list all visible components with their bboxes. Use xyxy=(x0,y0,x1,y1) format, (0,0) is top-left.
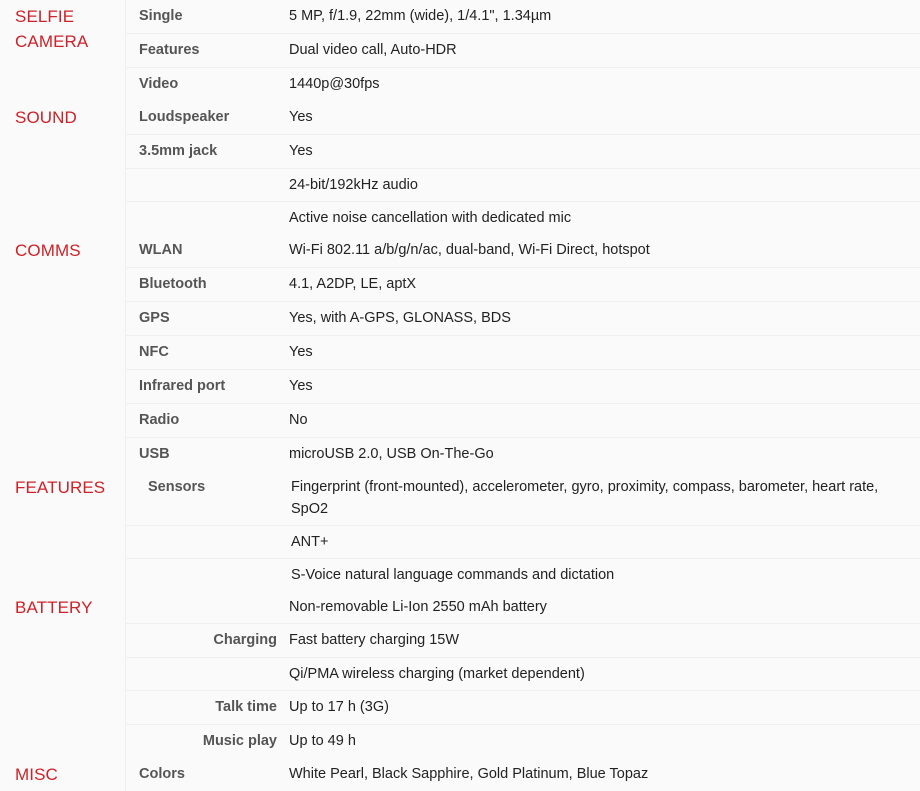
spec-value: Yes, with A-GPS, GLONASS, BDS xyxy=(289,301,920,336)
spec-label: Infrared port xyxy=(125,369,289,404)
spec-label: Loudspeaker xyxy=(125,101,289,135)
spec-label xyxy=(125,168,289,202)
table-row: USB microUSB 2.0, USB On-The-Go xyxy=(0,437,920,471)
section-title-comms: COMMS xyxy=(0,234,126,471)
spec-value: No xyxy=(289,403,920,438)
table-row: S-Voice natural language commands and di… xyxy=(0,558,920,591)
spec-label: Sensors xyxy=(125,471,289,526)
spec-value: ANT+ xyxy=(289,525,920,559)
table-row: Radio No xyxy=(0,403,920,438)
table-row: 3.5mm jack Yes xyxy=(0,134,920,169)
spec-value: Yes xyxy=(289,134,920,169)
spec-label: Radio xyxy=(125,403,289,438)
spec-label: NFC xyxy=(125,335,289,370)
spec-label: GPS xyxy=(125,301,289,336)
table-row: Features Dual video call, Auto-HDR xyxy=(0,33,920,68)
table-row: Active noise cancellation with dedicated… xyxy=(0,201,920,234)
spec-label: 3.5mm jack xyxy=(125,134,289,169)
spec-label: Bluetooth xyxy=(125,267,289,302)
spec-value: Dual video call, Auto-HDR xyxy=(289,33,920,68)
table-row: Talk time Up to 17 h (3G) xyxy=(0,690,920,725)
spec-label: Music play xyxy=(125,724,289,758)
table-row: Bluetooth 4.1, A2DP, LE, aptX xyxy=(0,267,920,302)
spec-label: WLAN xyxy=(125,234,289,268)
spec-value: Wi-Fi 802.11 a/b/g/n/ac, dual-band, Wi-F… xyxy=(289,234,920,268)
spec-label xyxy=(125,558,289,591)
spec-label xyxy=(125,525,289,559)
table-row: Music play Up to 49 h xyxy=(0,724,920,758)
spec-value: Fast battery charging 15W xyxy=(289,623,920,658)
spec-label: USB xyxy=(125,437,289,471)
spec-value: 4.1, A2DP, LE, aptX xyxy=(289,267,920,302)
spec-value: Up to 49 h xyxy=(289,724,920,758)
spec-label xyxy=(125,591,289,624)
spec-value: Qi/PMA wireless charging (market depende… xyxy=(289,657,920,691)
spec-value: S-Voice natural language commands and di… xyxy=(289,558,920,591)
spec-value: Yes xyxy=(289,335,920,370)
table-row: ANT+ xyxy=(0,525,920,559)
section-title-misc: MISC xyxy=(0,758,126,791)
spec-value: Up to 17 h (3G) xyxy=(289,690,920,725)
spec-label: Colors xyxy=(125,758,289,791)
spec-value: 24-bit/192kHz audio xyxy=(289,168,920,202)
spec-value: Non-removable Li-Ion 2550 mAh battery xyxy=(289,591,920,624)
specification-table: SELFIE CAMERA Single 5 MP, f/1.9, 22mm (… xyxy=(0,0,920,791)
spec-value: Yes xyxy=(289,101,920,135)
table-row: NFC Yes xyxy=(0,335,920,370)
spec-label: Features xyxy=(125,33,289,68)
spec-value: Yes xyxy=(289,369,920,404)
spec-label: Charging xyxy=(125,623,289,658)
section-title-features: FEATURES xyxy=(0,471,126,591)
table-row: Qi/PMA wireless charging (market depende… xyxy=(0,657,920,691)
table-row: SELFIE CAMERA Single 5 MP, f/1.9, 22mm (… xyxy=(0,0,920,101)
table-row: 24-bit/192kHz audio xyxy=(0,168,920,202)
table-row: SOUND Loudspeaker Yes xyxy=(0,101,920,234)
table-row: GPS Yes, with A-GPS, GLONASS, BDS xyxy=(0,301,920,336)
table-row: Infrared port Yes xyxy=(0,369,920,404)
table-row: Charging Fast battery charging 15W xyxy=(0,623,920,658)
section-title-selfie-camera: SELFIE CAMERA xyxy=(0,0,126,101)
table-row: FEATURES Sensors Fingerprint (front-moun… xyxy=(0,471,920,591)
spec-value: Active noise cancellation with dedicated… xyxy=(289,201,920,234)
table-row: BATTERY Non-removable Li-Ion 2550 mAh ba… xyxy=(0,591,920,758)
spec-label: Video xyxy=(125,67,289,101)
spec-label: Talk time xyxy=(125,690,289,725)
spec-value: White Pearl, Black Sapphire, Gold Platin… xyxy=(289,758,920,791)
section-title-sound: SOUND xyxy=(0,101,126,234)
spec-value: microUSB 2.0, USB On-The-Go xyxy=(289,437,920,471)
table-row: Video 1440p@30fps xyxy=(0,67,920,101)
spec-label xyxy=(125,201,289,234)
spec-label: Single xyxy=(125,0,289,34)
table-row: MISC Colors White Pearl, Black Sapphire,… xyxy=(0,758,920,791)
table-row: COMMS WLAN Wi-Fi 802.11 a/b/g/n/ac, dual… xyxy=(0,234,920,471)
spec-value: Fingerprint (front-mounted), acceleromet… xyxy=(289,471,920,526)
section-title-battery: BATTERY xyxy=(0,591,126,758)
spec-label xyxy=(125,657,289,691)
spec-value: 1440p@30fps xyxy=(289,67,920,101)
spec-value: 5 MP, f/1.9, 22mm (wide), 1/4.1", 1.34µm xyxy=(289,0,920,34)
